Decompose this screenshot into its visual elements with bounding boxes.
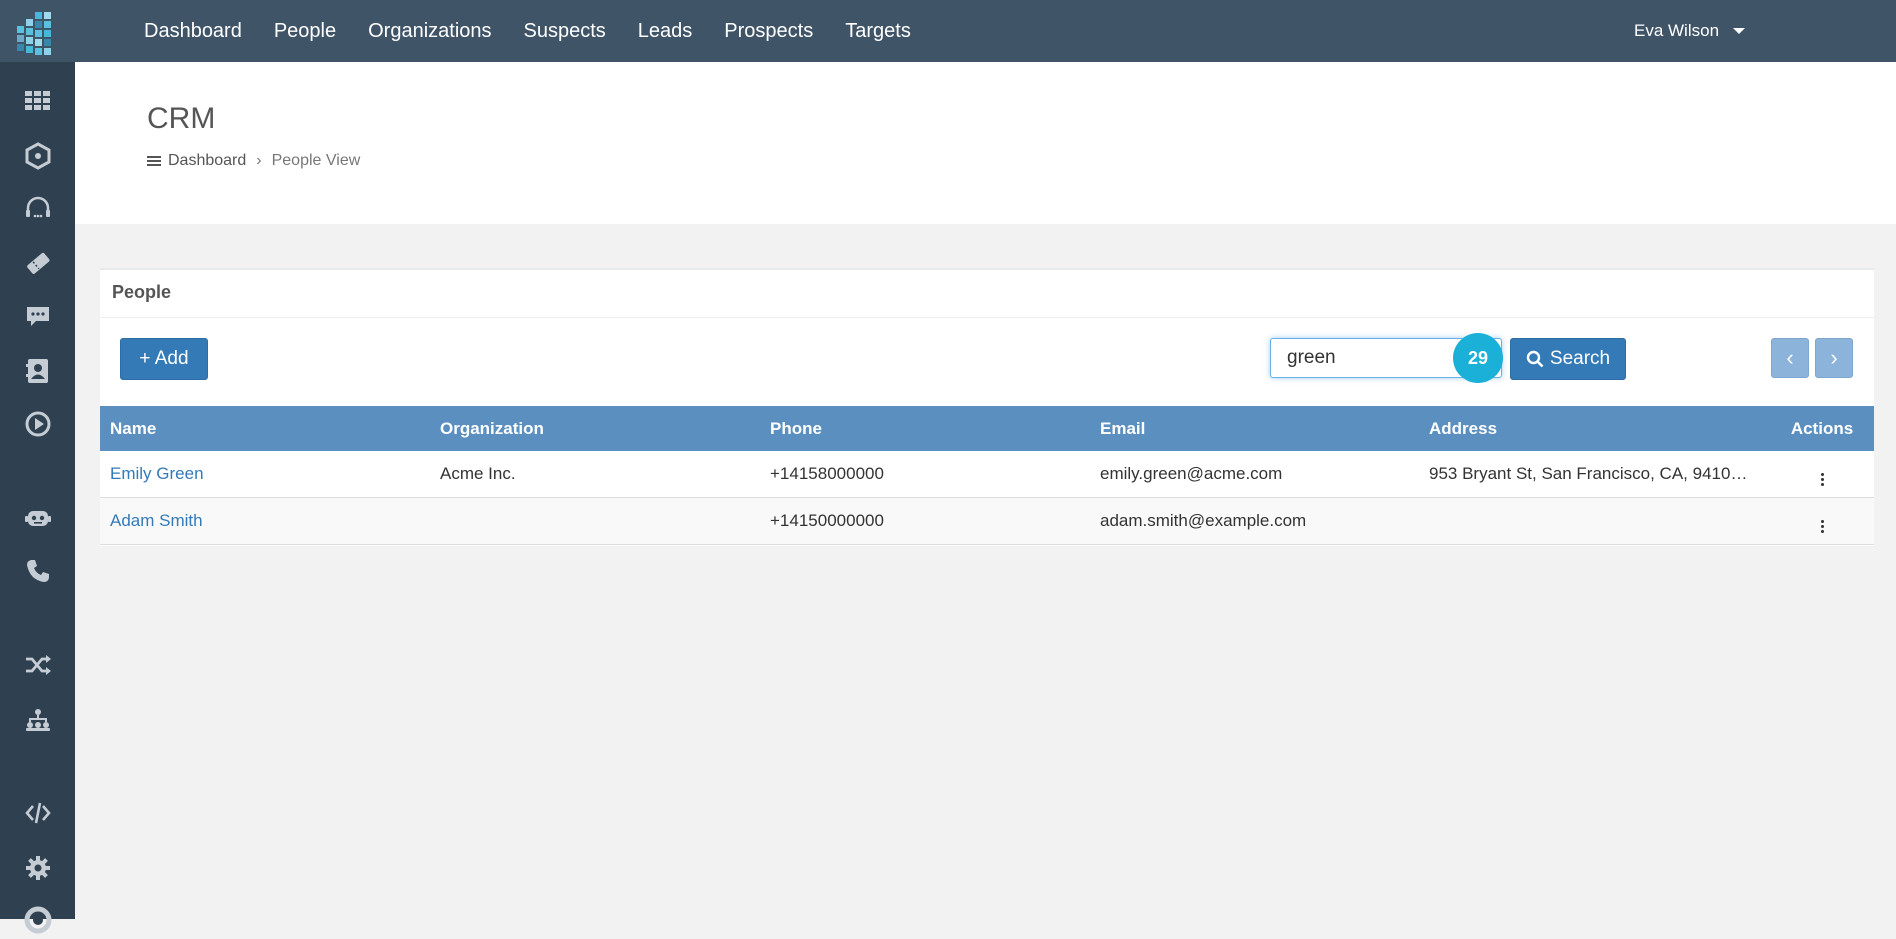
ticket-icon[interactable] xyxy=(18,243,57,282)
gear-icon[interactable] xyxy=(18,848,57,887)
add-button[interactable]: + Add xyxy=(120,338,208,380)
people-table: Name Organization Phone Email Address Ac… xyxy=(100,406,1874,545)
page-title: CRM xyxy=(147,102,216,135)
sidebar xyxy=(0,62,75,933)
app-logo[interactable] xyxy=(17,12,59,55)
panel-divider xyxy=(100,317,1874,318)
column-header-address[interactable]: Address xyxy=(1429,419,1749,439)
main-nav: Dashboard People Organizations Suspects … xyxy=(128,0,927,62)
search-icon xyxy=(1526,350,1544,368)
table-row: Adam Smith +14150000000 adam.smith@examp… xyxy=(100,498,1874,545)
headset-icon[interactable] xyxy=(18,189,57,228)
person-email: adam.smith@example.com xyxy=(1100,511,1307,530)
caret-down-icon xyxy=(1733,28,1746,34)
column-header-actions: Actions xyxy=(1790,418,1854,438)
breadcrumb: Dashboard › People View xyxy=(147,152,360,170)
nav-people[interactable]: People xyxy=(274,20,336,43)
nav-targets[interactable]: Targets xyxy=(845,20,911,43)
chat-bubble-icon[interactable] xyxy=(18,296,57,335)
chevron-right-icon: › xyxy=(1830,345,1838,370)
person-phone: +14158000000 xyxy=(770,464,884,483)
breadcrumb-dashboard[interactable]: Dashboard xyxy=(168,152,246,170)
table-row: Emily Green Acme Inc. +14158000000 emily… xyxy=(100,451,1874,498)
column-header-email[interactable]: Email xyxy=(1100,419,1420,439)
nav-leads[interactable]: Leads xyxy=(638,20,693,43)
search-button[interactable]: Search xyxy=(1510,338,1626,380)
nav-dashboard[interactable]: Dashboard xyxy=(144,20,242,43)
result-count-badge: 29 xyxy=(1453,333,1503,383)
phone-icon[interactable] xyxy=(18,551,57,590)
column-header-name[interactable]: Name xyxy=(110,419,430,439)
shuffle-icon[interactable] xyxy=(18,645,57,684)
nav-suspects[interactable]: Suspects xyxy=(524,20,606,43)
page-header: CRM Dashboard › People View xyxy=(75,62,1896,224)
contact-card-icon[interactable] xyxy=(18,351,57,390)
play-circle-icon[interactable] xyxy=(18,404,57,443)
robot-icon[interactable] xyxy=(18,498,57,537)
menu-icon xyxy=(147,154,161,168)
panel-title: People xyxy=(112,282,172,302)
next-page-button[interactable]: › xyxy=(1815,338,1853,378)
breadcrumb-current: People View xyxy=(271,152,361,169)
people-panel: People + Add 29 Search ‹ › Name Organiza… xyxy=(100,268,1874,546)
chevron-left-icon: ‹ xyxy=(1786,345,1794,370)
code-icon[interactable] xyxy=(18,793,57,832)
search-button-label: Search xyxy=(1549,348,1611,369)
nav-prospects[interactable]: Prospects xyxy=(724,20,813,43)
person-email: emily.green@acme.com xyxy=(1100,464,1283,483)
nav-organizations[interactable]: Organizations xyxy=(368,20,491,43)
person-organization: Acme Inc. xyxy=(440,464,516,483)
org-chart-icon[interactable] xyxy=(18,699,57,738)
lifebuoy-icon[interactable] xyxy=(18,900,57,939)
column-header-organization[interactable]: Organization xyxy=(440,419,760,439)
breadcrumb-separator: › xyxy=(256,152,262,169)
row-actions-kebab-icon[interactable] xyxy=(1820,519,1824,534)
top-navbar: Dashboard People Organizations Suspects … xyxy=(0,0,1896,62)
row-actions-kebab-icon[interactable] xyxy=(1820,472,1824,487)
prev-page-button[interactable]: ‹ xyxy=(1771,338,1809,378)
hexagon-dots-icon[interactable] xyxy=(18,136,57,175)
user-menu[interactable]: Eva Wilson xyxy=(1634,0,1746,62)
column-header-phone[interactable]: Phone xyxy=(770,419,1090,439)
person-name-link[interactable]: Adam Smith xyxy=(110,511,430,531)
user-name: Eva Wilson xyxy=(1634,21,1720,40)
person-name-link[interactable]: Emily Green xyxy=(110,464,430,484)
person-phone: +14150000000 xyxy=(770,511,884,530)
person-address: 953 Bryant St, San Francisco, CA, 94103.… xyxy=(1429,464,1749,483)
apps-grid-icon[interactable] xyxy=(18,81,57,120)
table-header-row: Name Organization Phone Email Address Ac… xyxy=(100,406,1874,451)
